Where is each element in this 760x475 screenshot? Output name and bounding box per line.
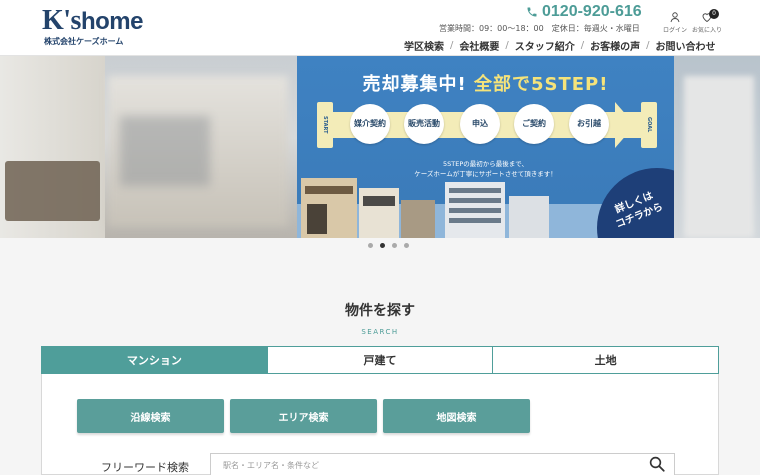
nav-staff[interactable]: スタッフ紹介 (515, 38, 575, 53)
property-search-section: 物件を探す SEARCH マンション 戸建て 土地 沿線検索 エリア検索 地図検… (0, 256, 760, 475)
line-search-button[interactable]: 沿線検索 (77, 399, 224, 433)
search-panel: 沿線検索 エリア検索 地図検索 フリーワード検索 駅名・エリア名・条件など (41, 374, 719, 475)
goal-marker: GOAL (641, 102, 657, 148)
step-5: お引越 (569, 104, 609, 144)
step-3: 申込 (460, 104, 500, 144)
nav-separator: / (646, 40, 650, 51)
tab-land[interactable]: 土地 (493, 346, 720, 374)
search-icon[interactable] (648, 455, 666, 473)
property-type-tabs: マンション 戸建て 土地 (41, 346, 720, 374)
freeword-label: フリーワード検索 (101, 461, 189, 474)
logo-company-name: 株式会社ケーズホーム (44, 37, 124, 46)
building-photo-blurred (684, 76, 754, 238)
nav-contact[interactable]: お問い合わせ (656, 38, 716, 53)
nav-separator: / (505, 40, 509, 51)
login-label: ログイン (662, 27, 687, 34)
freeword-search-input[interactable]: 駅名・エリア名・条件など (210, 453, 675, 475)
section-title: 物件を探す (345, 303, 415, 319)
carousel-indicators (0, 243, 760, 248)
step-2: 販売活動 (404, 104, 444, 144)
nav-separator: / (580, 40, 585, 51)
favorites-label: お気に入り (691, 27, 722, 34)
window-shape (120, 116, 210, 186)
phone-icon (527, 7, 537, 17)
logo-wordmark: K'shome (42, 5, 143, 36)
phone-number[interactable]: 0120-920-616 (526, 3, 642, 21)
carousel-dot-3[interactable] (392, 243, 397, 248)
app-root: K'shome 株式会社ケーズホーム 0120-920-616 営業時間：09：… (0, 0, 760, 475)
carousel-dot-4[interactable] (404, 243, 409, 248)
prev-slide-preview[interactable] (0, 56, 297, 238)
main-nav: 学区検索 / 会社概要 / スタッフ紹介 / お客様の声 / お問い合わせ (404, 38, 716, 53)
site-logo[interactable]: K'shome 株式会社ケーズホーム (42, 7, 143, 47)
map-search-button[interactable]: 地図検索 (383, 399, 530, 433)
section-subtitle: SEARCH (361, 328, 399, 336)
tab-detached-house[interactable]: 戸建て (267, 346, 494, 374)
favorites-count-badge: 0 (709, 9, 719, 19)
nav-school-district-search[interactable]: 学区検索 (404, 38, 444, 53)
site-header: K'shome 株式会社ケーズホーム 0120-920-616 営業時間：09：… (0, 0, 760, 56)
hero-carousel: 売却募集中! 全部で5STEP! START GOAL 媒介契約 販売活動 申込… (0, 56, 760, 238)
nav-customer-voices[interactable]: お客様の声 (590, 38, 640, 53)
nav-company-profile[interactable]: 会社概要 (459, 38, 499, 53)
area-search-button[interactable]: エリア検索 (230, 399, 377, 433)
favorites-button[interactable]: お気に入り 0 (689, 9, 725, 34)
banner-title: 売却募集中! 全部で5STEP! (362, 74, 609, 95)
user-icon (670, 12, 680, 23)
carousel-dot-2[interactable] (380, 243, 385, 248)
sell-campaign-banner[interactable]: 売却募集中! 全部で5STEP! START GOAL 媒介契約 販売活動 申込… (297, 56, 674, 238)
step-arrow-head (615, 102, 635, 148)
carousel-dot-1[interactable] (368, 243, 373, 248)
nav-separator: / (450, 40, 454, 51)
business-hours: 営業時間：09：00〜18：00 定休日：毎週火・水曜日 (439, 24, 640, 33)
login-button[interactable]: ログイン (657, 11, 693, 34)
tab-mansion[interactable]: マンション (41, 346, 268, 374)
next-slide-preview[interactable] (674, 56, 760, 238)
step-4: ご契約 (514, 104, 554, 144)
cabinet-shape (5, 161, 100, 221)
step-1: 媒介契約 (350, 104, 390, 144)
start-marker: START (317, 102, 333, 148)
